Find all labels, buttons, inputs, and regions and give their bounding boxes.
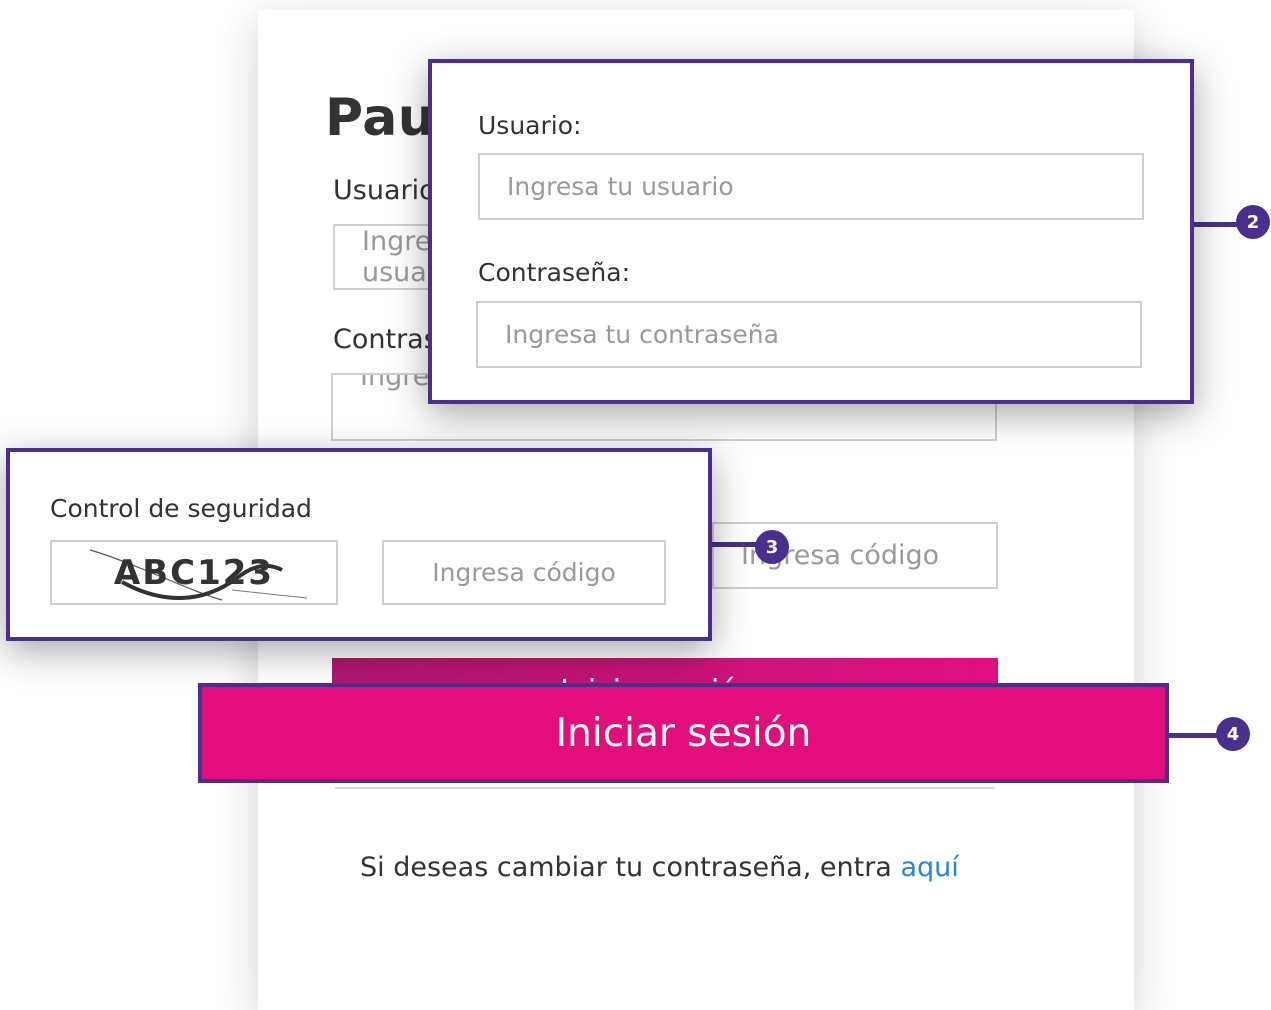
password-placeholder: Ingresa tu contraseña xyxy=(505,320,779,349)
captcha-text: ABC123 xyxy=(113,552,275,593)
divider xyxy=(335,787,995,789)
code-input-bg[interactable]: Ingresa código xyxy=(712,522,998,589)
page-title: Pau xyxy=(325,88,436,148)
security-code-placeholder: Ingresa código xyxy=(432,558,616,587)
security-label: Control de seguridad xyxy=(50,494,312,523)
callout-badge-4: 4 xyxy=(1216,717,1250,751)
user-label: Usuario: xyxy=(478,111,582,140)
footer-text: Si deseas cambiar tu contraseña, entra a… xyxy=(360,852,959,883)
password-label: Contraseña: xyxy=(478,258,630,287)
callout-2-connector xyxy=(1190,222,1242,227)
callout-badge-2: 2 xyxy=(1236,205,1270,239)
security-callout: Control de seguridad ABC123 Ingresa códi… xyxy=(6,448,712,641)
captcha-image: ABC123 xyxy=(50,540,338,605)
user-placeholder: Ingresa tu usuario xyxy=(507,172,734,201)
footer-message: Si deseas cambiar tu contraseña, entra xyxy=(360,852,892,883)
password-input[interactable]: Ingresa tu contraseña xyxy=(476,301,1142,368)
login-button[interactable]: Iniciar sesión xyxy=(198,683,1169,783)
callout-badge-3: 3 xyxy=(755,530,789,564)
credentials-callout: Usuario: Ingresa tu usuario Contraseña: … xyxy=(428,59,1194,404)
security-code-input[interactable]: Ingresa código xyxy=(382,540,666,605)
change-password-link[interactable]: aquí xyxy=(900,852,958,883)
login-button-label: Iniciar sesión xyxy=(555,710,812,756)
callout-4-connector xyxy=(1165,733,1217,738)
user-input[interactable]: Ingresa tu usuario xyxy=(478,153,1144,220)
